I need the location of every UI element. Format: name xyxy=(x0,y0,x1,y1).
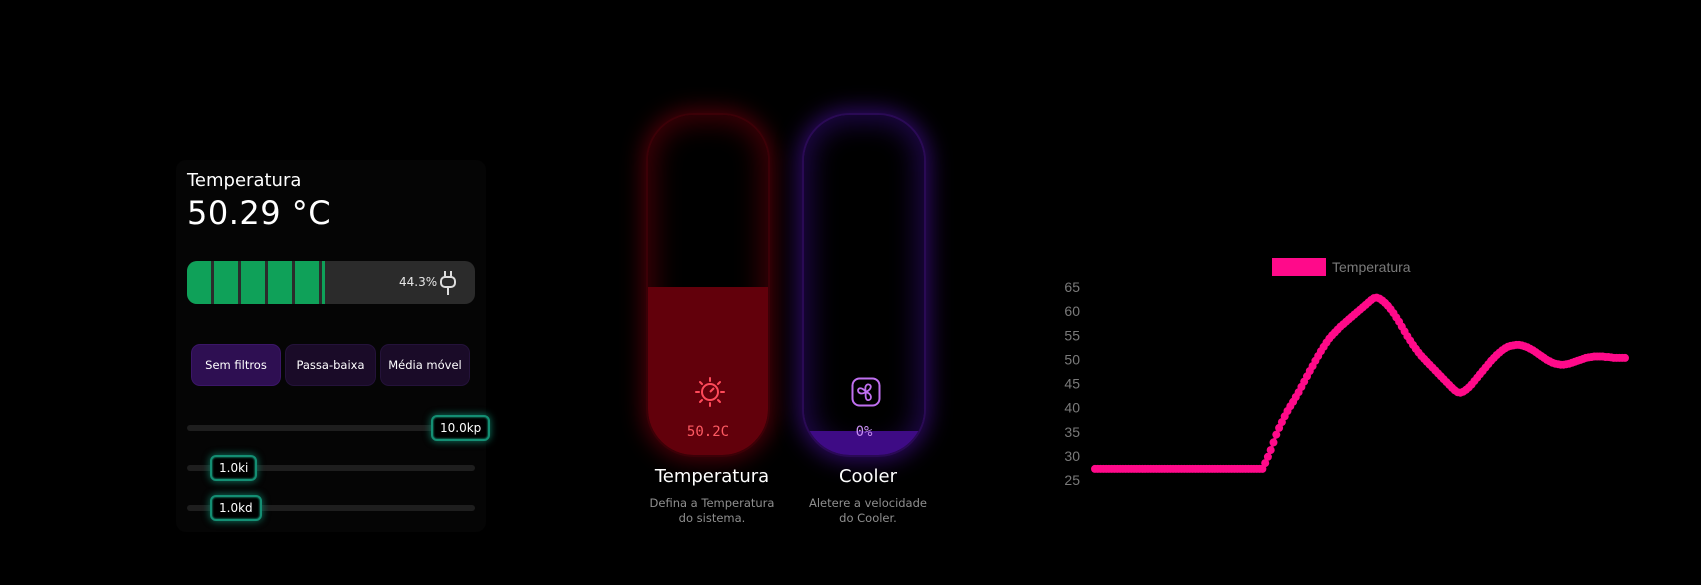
filter-button-media-movel[interactable]: Média móvel xyxy=(380,344,470,386)
temperature-gauge-title: Temperatura xyxy=(654,466,770,487)
data-point xyxy=(1621,353,1629,362)
y-tick-label: 55 xyxy=(1064,327,1080,343)
legend-label: Temperatura xyxy=(1332,259,1411,275)
temperature-chart: Temperatura 25 30 35 40 45 50 55 60 65 xyxy=(1064,258,1629,488)
power-level-cell xyxy=(268,261,292,304)
power-level-cells xyxy=(187,261,325,304)
data-point xyxy=(1266,446,1275,455)
legend-swatch xyxy=(1272,258,1326,276)
y-tick-label: 35 xyxy=(1064,424,1080,440)
y-tick-label: 45 xyxy=(1064,376,1080,392)
ki-slider-handle[interactable]: 1.0ki xyxy=(210,455,258,481)
cooler-gauge-value: 0% xyxy=(855,424,873,440)
temperature-label: Temperatura xyxy=(187,170,302,191)
temperature-gauge-description: Defina a Temperatura do sistema. xyxy=(632,496,792,526)
power-level-cell xyxy=(295,261,319,304)
temperature-gauge[interactable]: 50.2C xyxy=(646,113,770,457)
y-tick-label: 40 xyxy=(1064,400,1080,416)
cooler-gauge-description: Aletere a velocidade do Cooler. xyxy=(788,496,948,526)
temperature-gauge-description-line2: do sistema. xyxy=(678,511,746,525)
temperature-gauge-value: 50.2C xyxy=(686,424,730,440)
kp-slider-handle[interactable]: 10.0kp xyxy=(431,415,491,441)
power-level-cell xyxy=(187,261,211,304)
sun-gauge-icon xyxy=(695,377,725,407)
y-tick-label: 25 xyxy=(1064,472,1080,488)
y-tick-label: 65 xyxy=(1064,279,1080,295)
y-tick-label: 60 xyxy=(1064,303,1080,319)
power-level-cell xyxy=(214,261,238,304)
cooler-gauge[interactable]: 0% xyxy=(802,113,926,457)
temperature-gauge-description-line1: Defina a Temperatura xyxy=(649,496,775,510)
data-point xyxy=(1269,438,1278,447)
y-tick-label: 50 xyxy=(1064,351,1080,367)
plug-icon xyxy=(440,271,456,295)
kd-slider-handle[interactable]: 1.0kd xyxy=(210,495,262,521)
filter-button-sem-filtros[interactable]: Sem filtros xyxy=(191,344,281,386)
series-line-temperatura xyxy=(1095,296,1625,471)
temperature-value: 50.29 °C xyxy=(187,194,332,232)
power-level-percent: 44.3% xyxy=(399,275,438,289)
power-level-cell xyxy=(241,261,265,304)
cooler-gauge-description-line1: Aletere a velocidade xyxy=(809,496,927,510)
power-level-cell-partial xyxy=(322,261,325,304)
filter-button-passa-baixa[interactable]: Passa-baixa xyxy=(285,344,376,386)
cooler-gauge-title: Cooler xyxy=(838,466,898,487)
y-tick-label: 30 xyxy=(1064,448,1080,464)
cooler-gauge-description-line2: do Cooler. xyxy=(839,511,897,525)
filter-selector: Sem filtros Passa-baixa Média móvel xyxy=(191,344,470,386)
power-level-bar: 44.3% xyxy=(187,261,475,304)
fan-icon xyxy=(851,377,881,407)
